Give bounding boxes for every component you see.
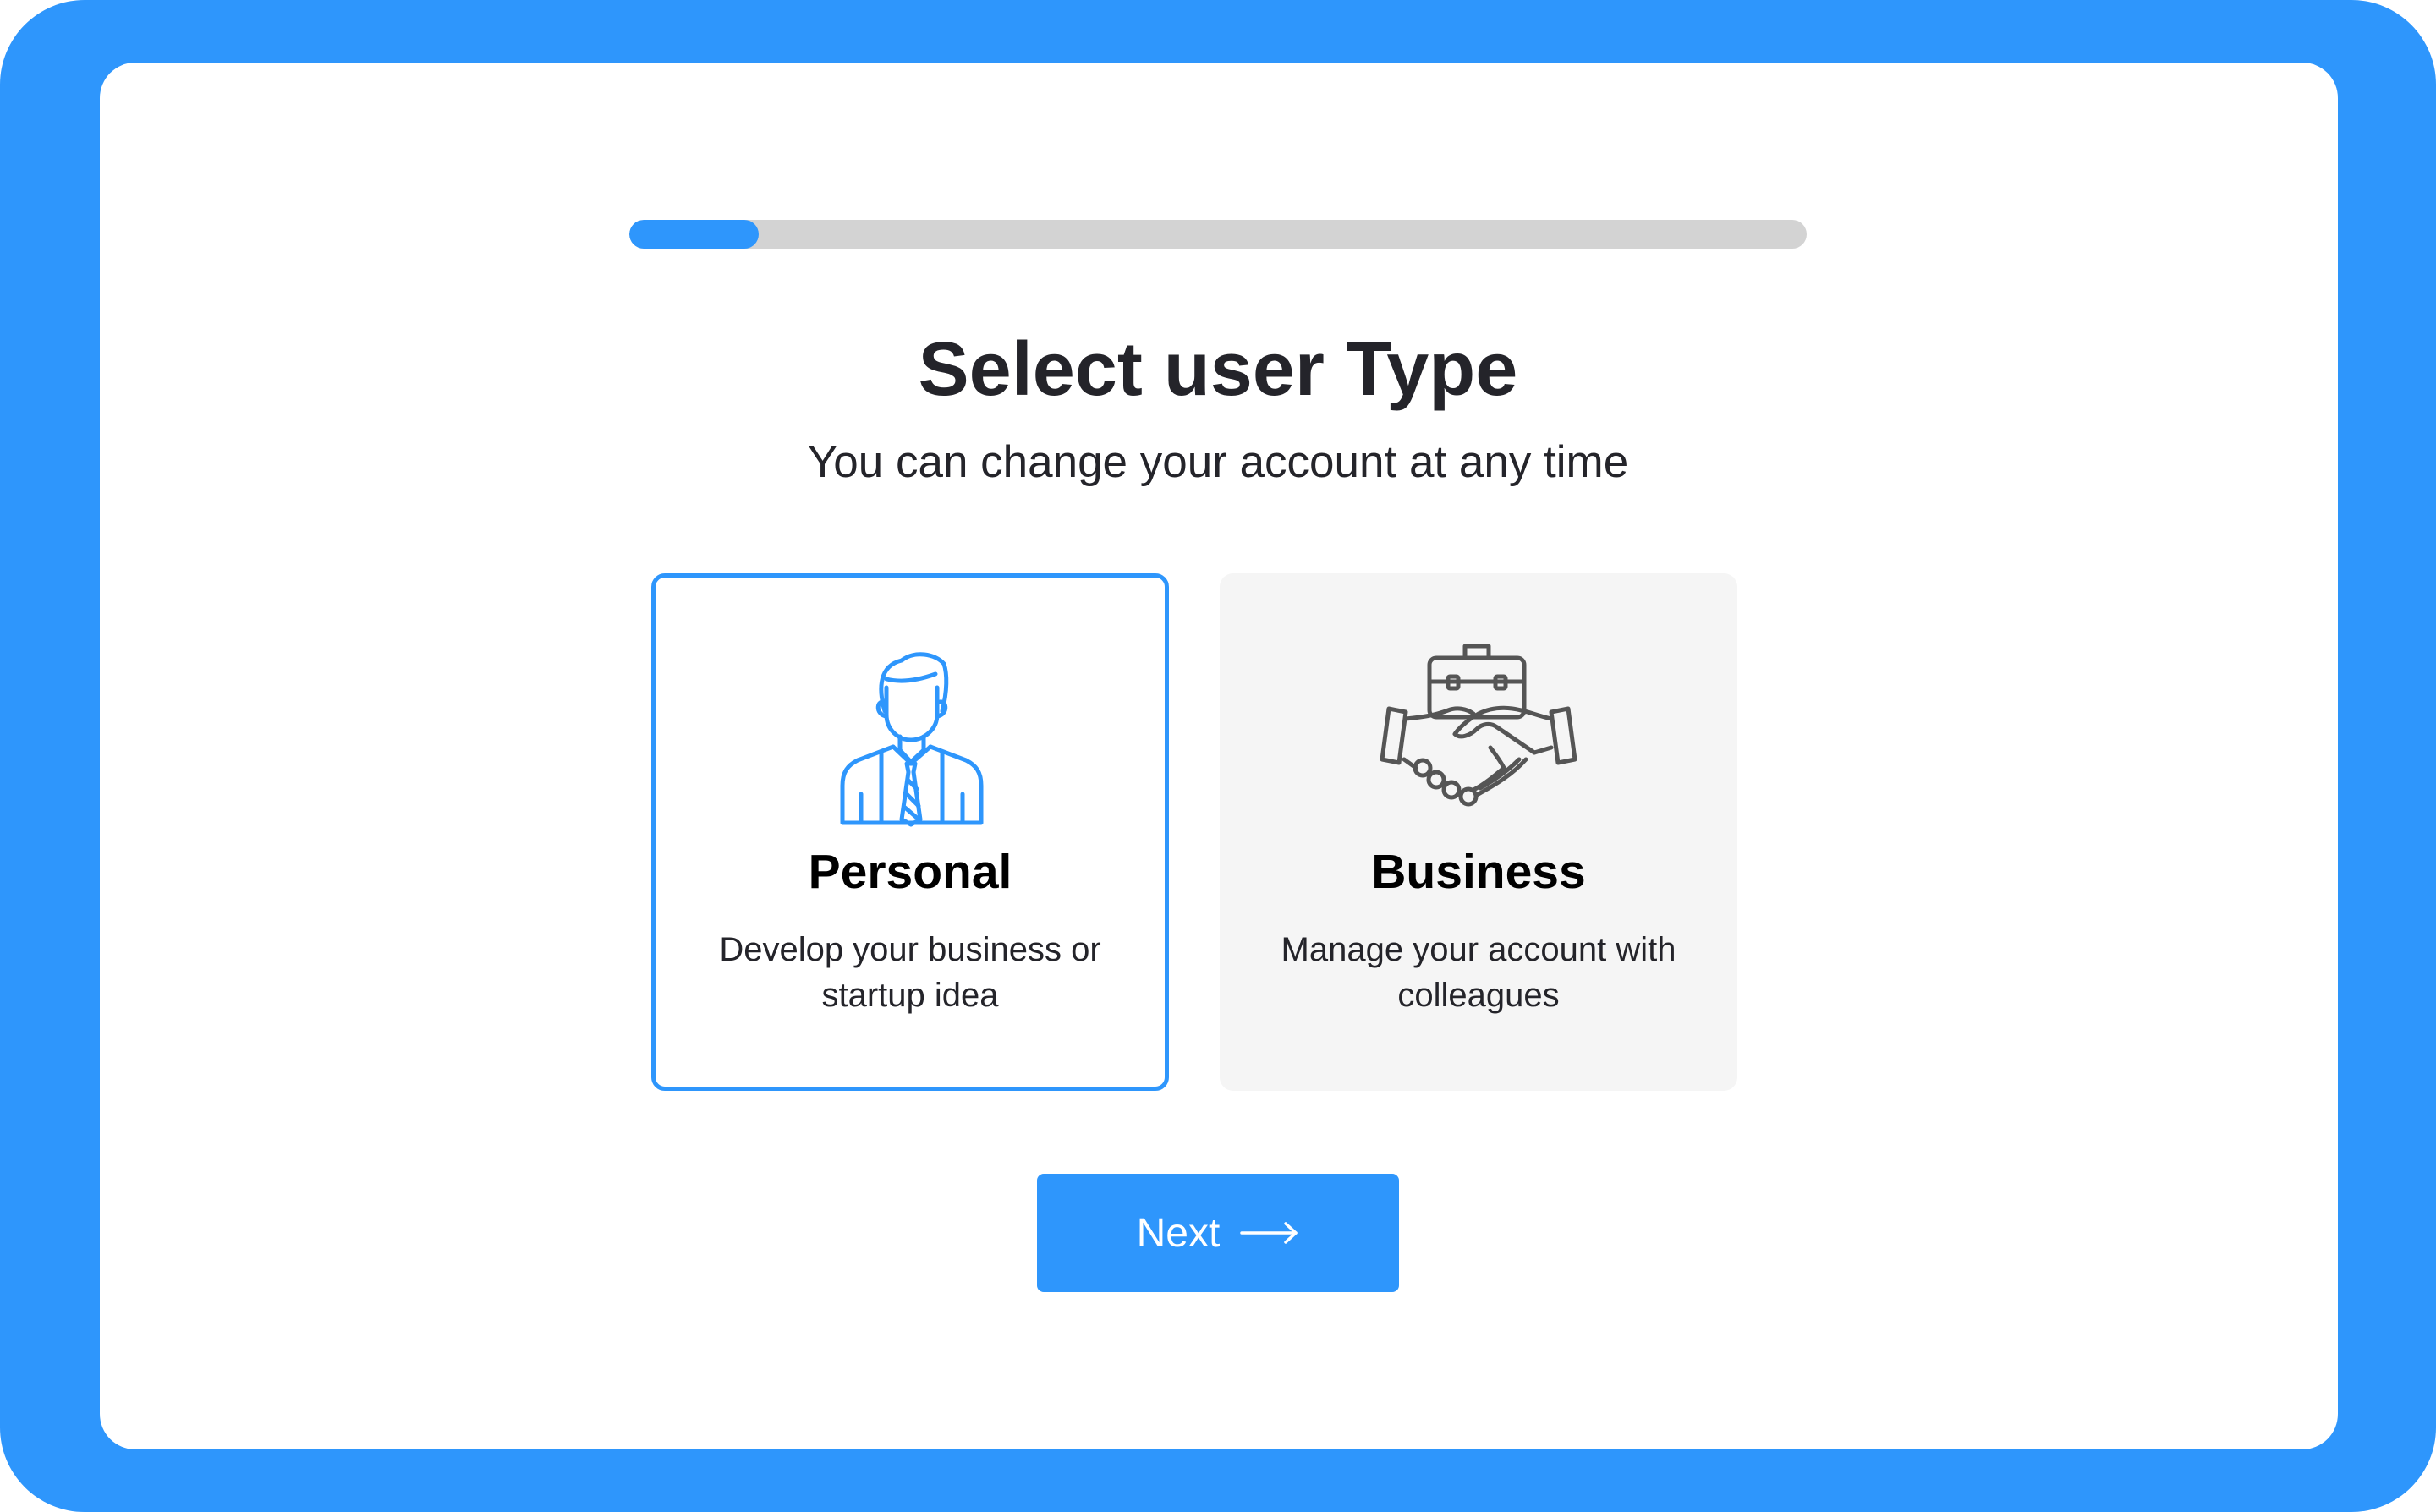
person-with-tie-icon xyxy=(840,652,984,827)
next-button[interactable]: Next xyxy=(1037,1174,1399,1292)
business-option-title: Business xyxy=(1371,845,1586,899)
personal-option-description: Develop your business or startup idea xyxy=(719,931,1101,1014)
briefcase-handshake-icon xyxy=(1380,644,1577,807)
progress-bar xyxy=(629,220,1807,249)
page-subtitle: You can change your account at any time xyxy=(807,437,1629,487)
personal-option-card[interactable]: Personal Develop your business or startu… xyxy=(651,573,1169,1091)
business-option-description: Manage your account with colleagues xyxy=(1281,931,1676,1014)
arrow-right-icon xyxy=(1240,1222,1298,1244)
business-option-card[interactable]: Business Manage your account with collea… xyxy=(1220,573,1737,1091)
progress-bar-fill xyxy=(629,220,760,249)
personal-option-title: Personal xyxy=(808,845,1012,899)
next-button-label: Next xyxy=(1136,1210,1221,1256)
page-title: Select user Type xyxy=(918,327,1518,412)
